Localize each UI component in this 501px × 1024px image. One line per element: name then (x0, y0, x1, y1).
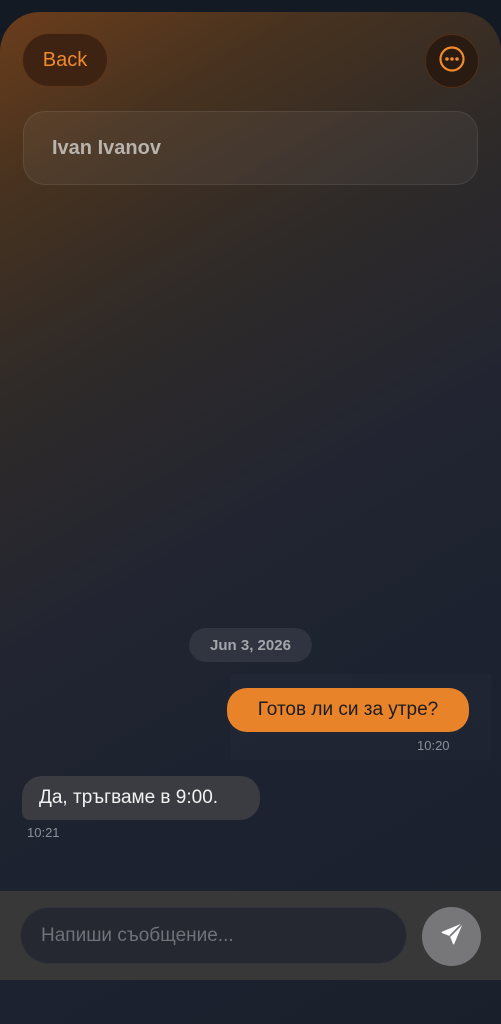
contact-header-card[interactable]: Ivan Ivanov (23, 111, 478, 185)
date-separator-label: Jun 3, 2026 (210, 636, 291, 654)
contact-name: Ivan Ivanov (52, 136, 161, 159)
paper-plane-icon (439, 921, 465, 952)
incoming-message-text: Да, тръгваме в 9:00. (39, 787, 219, 808)
ellipsis-circle-icon (438, 45, 466, 78)
send-button[interactable] (422, 907, 481, 966)
chat-screen: Back Ivan Ivanov Jun 3, 2026 Готов ли си… (0, 12, 501, 1024)
incoming-message-bubble[interactable]: Да, тръгваме в 9:00. (22, 776, 260, 820)
outgoing-message-text: Готов ли си за утре? (257, 699, 439, 720)
more-options-button[interactable] (425, 34, 479, 88)
date-separator: Jun 3, 2026 (189, 628, 312, 662)
back-button[interactable]: Back (22, 33, 108, 87)
outgoing-message-time: 10:20 (417, 738, 450, 753)
back-button-label: Back (42, 48, 88, 71)
outgoing-message-bubble[interactable]: Готов ли си за утре? (227, 688, 469, 732)
message-input[interactable] (20, 907, 407, 964)
message-composer (0, 891, 501, 980)
incoming-message-time: 10:21 (27, 825, 60, 840)
